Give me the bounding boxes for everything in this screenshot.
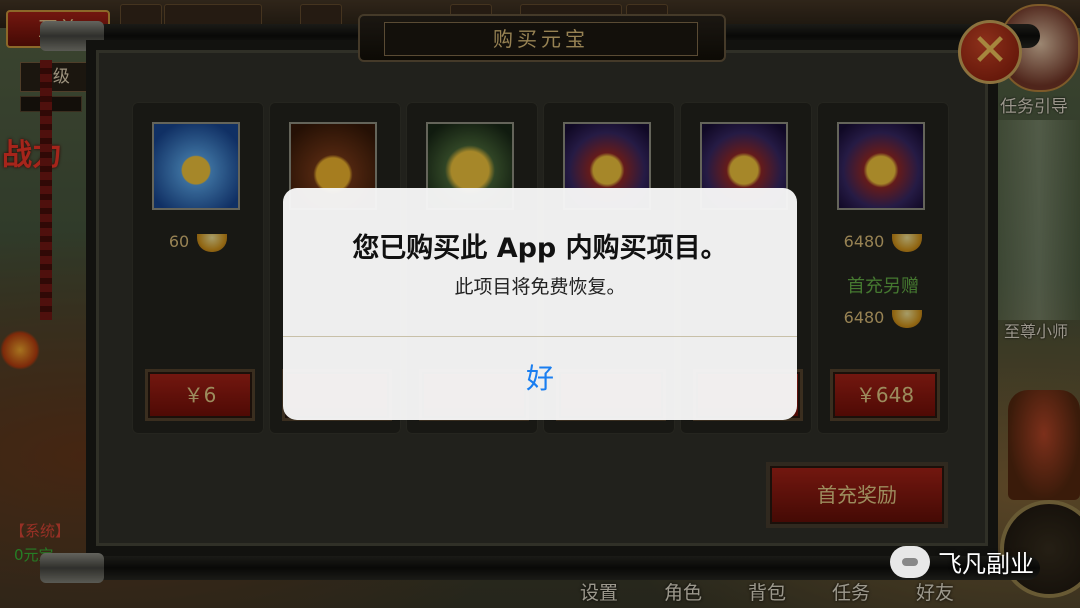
wechat-icon — [890, 546, 930, 578]
watermark-text: 飞凡副业 — [938, 550, 1034, 578]
alert-title: 您已购买此 App 内购买项目。 — [352, 233, 728, 264]
alert-message: 此项目将免费恢复。 — [454, 276, 626, 298]
purchase-alert: 您已购买此 App 内购买项目。 此项目将免费恢复。 好 — [283, 188, 797, 420]
alert-ok-button[interactable]: 好 — [283, 337, 797, 420]
